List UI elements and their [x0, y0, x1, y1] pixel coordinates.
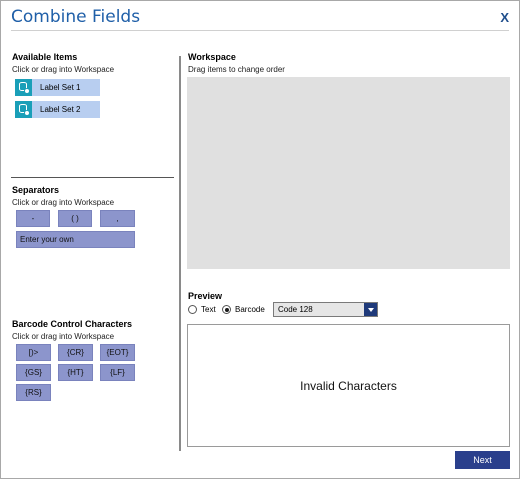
separator-comma[interactable]: ,	[100, 210, 135, 227]
control-char-rs-header[interactable]: [)>	[16, 344, 51, 361]
control-char-rs[interactable]: {RS}	[16, 384, 51, 401]
workspace-subtitle: Drag items to change order	[188, 65, 285, 74]
workspace-drop-area[interactable]	[187, 77, 510, 269]
close-button[interactable]: X	[500, 10, 509, 25]
available-item-label-set-2[interactable]: Label Set 2	[15, 101, 100, 118]
workspace-title: Workspace	[188, 52, 236, 62]
barcode-control-title: Barcode Control Characters	[12, 319, 133, 329]
symbology-value: Code 128	[278, 305, 313, 314]
control-char-ht[interactable]: {HT}	[58, 364, 93, 381]
next-button[interactable]: Next	[455, 451, 510, 469]
custom-separator-input[interactable]: Enter your own	[16, 231, 135, 248]
separator-dash[interactable]: -	[16, 210, 50, 227]
database-icon	[15, 79, 32, 96]
chevron-down-icon[interactable]	[364, 303, 377, 316]
control-char-lf[interactable]: {LF}	[100, 364, 135, 381]
radio-barcode-label: Barcode	[235, 305, 265, 314]
radio-text[interactable]	[188, 305, 197, 314]
title-divider	[11, 30, 509, 31]
separator-parentheses[interactable]: ( )	[58, 210, 92, 227]
vertical-divider	[179, 56, 181, 451]
left-section-divider	[11, 177, 174, 178]
barcode-control-subtitle: Click or drag into Workspace	[12, 332, 115, 341]
radio-text-label: Text	[201, 305, 216, 314]
preview-title: Preview	[188, 291, 223, 301]
preview-panel: Invalid Characters	[187, 324, 510, 447]
radio-barcode[interactable]	[222, 305, 231, 314]
combine-fields-dialog: Combine Fields X Available Items Click o…	[0, 0, 520, 479]
available-items-title: Available Items	[12, 52, 78, 62]
available-item-label: Label Set 1	[40, 83, 81, 92]
control-char-eot[interactable]: {EOT}	[100, 344, 135, 361]
separators-title: Separators	[12, 185, 60, 195]
available-items-subtitle: Click or drag into Workspace	[12, 65, 115, 74]
database-icon	[15, 101, 32, 118]
preview-message: Invalid Characters	[300, 378, 397, 393]
control-char-cr[interactable]: {CR}	[58, 344, 93, 361]
dialog-title: Combine Fields	[11, 7, 141, 27]
symbology-select[interactable]: Code 128	[273, 302, 378, 317]
control-char-gs[interactable]: {GS}	[16, 364, 51, 381]
available-item-label: Label Set 2	[40, 105, 81, 114]
available-item-label-set-1[interactable]: Label Set 1	[15, 79, 100, 96]
separators-subtitle: Click or drag into Workspace	[12, 198, 115, 207]
